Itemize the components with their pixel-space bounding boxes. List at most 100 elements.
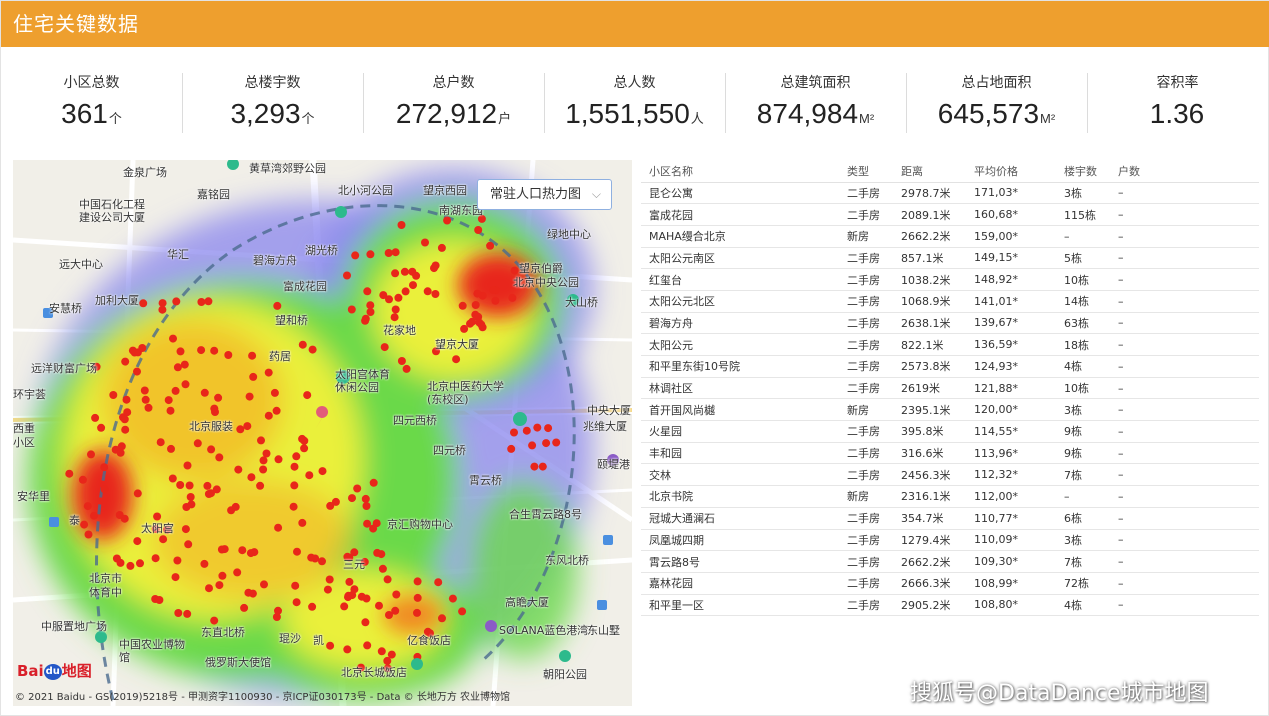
community-dot[interactable] xyxy=(385,295,393,304)
table-row[interactable]: 和平里东街10号院 二手房 2573.8米 124,93* 4栋 – xyxy=(641,355,1259,378)
table-row[interactable]: MAHA缦合北京 新房 2662.2米 159,00* – – xyxy=(641,225,1259,248)
community-dot[interactable] xyxy=(489,286,498,294)
community-dot[interactable] xyxy=(205,584,213,593)
community-dot[interactable] xyxy=(273,301,282,310)
community-dot[interactable] xyxy=(292,598,301,607)
community-dot[interactable] xyxy=(402,364,411,373)
community-dot[interactable] xyxy=(390,313,399,322)
community-dot[interactable] xyxy=(293,547,301,556)
community-dot[interactable] xyxy=(121,425,130,434)
community-dot[interactable] xyxy=(434,578,443,587)
heatmap-map[interactable]: 金泉广场 黄草湾郊野公园 中国石化工程建设公司大厦 嘉铭园 北小河公园 望京西园… xyxy=(13,160,632,706)
community-dot[interactable] xyxy=(378,564,387,573)
community-dot[interactable] xyxy=(383,575,392,584)
community-dot[interactable] xyxy=(171,386,180,395)
community-dot[interactable] xyxy=(361,494,370,503)
community-dot[interactable] xyxy=(431,261,440,270)
community-dot[interactable] xyxy=(203,481,212,490)
community-dot[interactable] xyxy=(128,346,137,355)
community-dot[interactable] xyxy=(326,501,335,510)
community-dot[interactable] xyxy=(344,591,353,600)
community-dot[interactable] xyxy=(423,287,432,296)
community-dot[interactable] xyxy=(248,351,257,360)
community-dot[interactable] xyxy=(348,494,356,503)
community-dot[interactable] xyxy=(491,296,500,305)
column-header-distance[interactable]: 距离 xyxy=(893,161,966,183)
community-dot[interactable] xyxy=(300,436,309,445)
community-dot[interactable] xyxy=(397,221,406,229)
table-row[interactable]: 红玺台 二手房 1038.2米 148,92* 10栋 – xyxy=(641,268,1259,291)
community-dot[interactable] xyxy=(542,439,551,448)
community-dot[interactable] xyxy=(100,485,109,494)
community-dot[interactable] xyxy=(289,502,298,511)
community-dot[interactable] xyxy=(246,549,255,558)
community-dot[interactable] xyxy=(394,293,403,302)
column-header-buildings[interactable]: 楼宇数 xyxy=(1056,161,1110,183)
community-dot[interactable] xyxy=(409,281,417,290)
community-dot[interactable] xyxy=(291,581,300,590)
community-dot[interactable] xyxy=(212,485,221,494)
community-dot[interactable] xyxy=(262,449,271,458)
community-dot[interactable] xyxy=(159,535,168,544)
community-dot[interactable] xyxy=(552,438,561,447)
community-dot[interactable] xyxy=(345,577,354,586)
community-dot[interactable] xyxy=(215,581,224,590)
community-dot[interactable] xyxy=(233,568,242,577)
community-dot[interactable] xyxy=(65,469,74,478)
community-dot[interactable] xyxy=(391,248,400,257)
community-dot[interactable] xyxy=(366,308,375,316)
table-row[interactable]: 太阳公元南区 二手房 857.1米 149,15* 5栋 – xyxy=(641,247,1259,270)
heatmap-layer-select[interactable]: 常驻人口热力图 ⌵ xyxy=(477,179,612,210)
community-dot[interactable] xyxy=(133,489,142,498)
community-dot[interactable] xyxy=(510,428,518,437)
community-dot[interactable] xyxy=(240,603,249,612)
community-dot[interactable] xyxy=(257,436,265,445)
community-dot[interactable] xyxy=(214,393,223,402)
community-dot[interactable] xyxy=(120,415,129,424)
community-dot[interactable] xyxy=(473,289,482,298)
community-dot[interactable] xyxy=(303,391,312,400)
community-dot[interactable] xyxy=(169,334,177,343)
community-dot[interactable] xyxy=(183,609,192,618)
community-dot[interactable] xyxy=(458,607,467,616)
community-dot[interactable] xyxy=(343,271,351,280)
community-dot[interactable] xyxy=(264,368,273,377)
table-row[interactable]: 交林 二手房 2456.3米 112,32* 7栋 – xyxy=(641,463,1259,487)
community-dot[interactable] xyxy=(377,647,386,656)
community-dot[interactable] xyxy=(184,540,193,549)
community-dot[interactable] xyxy=(115,511,124,519)
community-dot[interactable] xyxy=(274,523,283,532)
community-dot[interactable] xyxy=(126,561,135,570)
community-dot[interactable] xyxy=(308,345,317,354)
community-dot[interactable] xyxy=(116,448,125,457)
community-dot[interactable] xyxy=(325,575,334,584)
community-dot[interactable] xyxy=(243,422,252,431)
community-dot[interactable] xyxy=(215,453,224,462)
community-dot[interactable] xyxy=(231,502,240,511)
community-dot[interactable] xyxy=(533,423,542,432)
community-dot[interactable] xyxy=(133,537,142,546)
table-row[interactable]: 林调社区 二手房 2619米 121,88* 10栋 – xyxy=(641,377,1259,400)
community-dot[interactable] xyxy=(397,357,406,365)
community-dot[interactable] xyxy=(185,481,194,490)
community-dot[interactable] xyxy=(247,473,256,482)
community-dot[interactable] xyxy=(538,462,547,471)
community-dot[interactable] xyxy=(197,298,206,306)
community-dot[interactable] xyxy=(234,465,243,474)
community-dot[interactable] xyxy=(460,324,469,333)
community-dot[interactable] xyxy=(180,360,189,369)
community-dot[interactable] xyxy=(272,406,281,415)
community-dot[interactable] xyxy=(351,251,360,260)
community-dot[interactable] xyxy=(384,249,393,257)
community-dot[interactable] xyxy=(224,351,233,359)
table-row[interactable]: 凤凰城四期 二手房 1279.4米 110,09* 3栋 – xyxy=(641,529,1259,552)
community-dot[interactable] xyxy=(260,580,268,589)
community-dot[interactable] xyxy=(448,594,457,603)
community-dot[interactable] xyxy=(256,481,265,490)
community-dot[interactable] xyxy=(528,441,537,450)
community-dot[interactable] xyxy=(204,490,213,498)
community-dot[interactable] xyxy=(138,344,147,352)
community-dot[interactable] xyxy=(139,299,148,308)
community-dot[interactable] xyxy=(318,467,327,476)
community-dot[interactable] xyxy=(210,346,219,355)
